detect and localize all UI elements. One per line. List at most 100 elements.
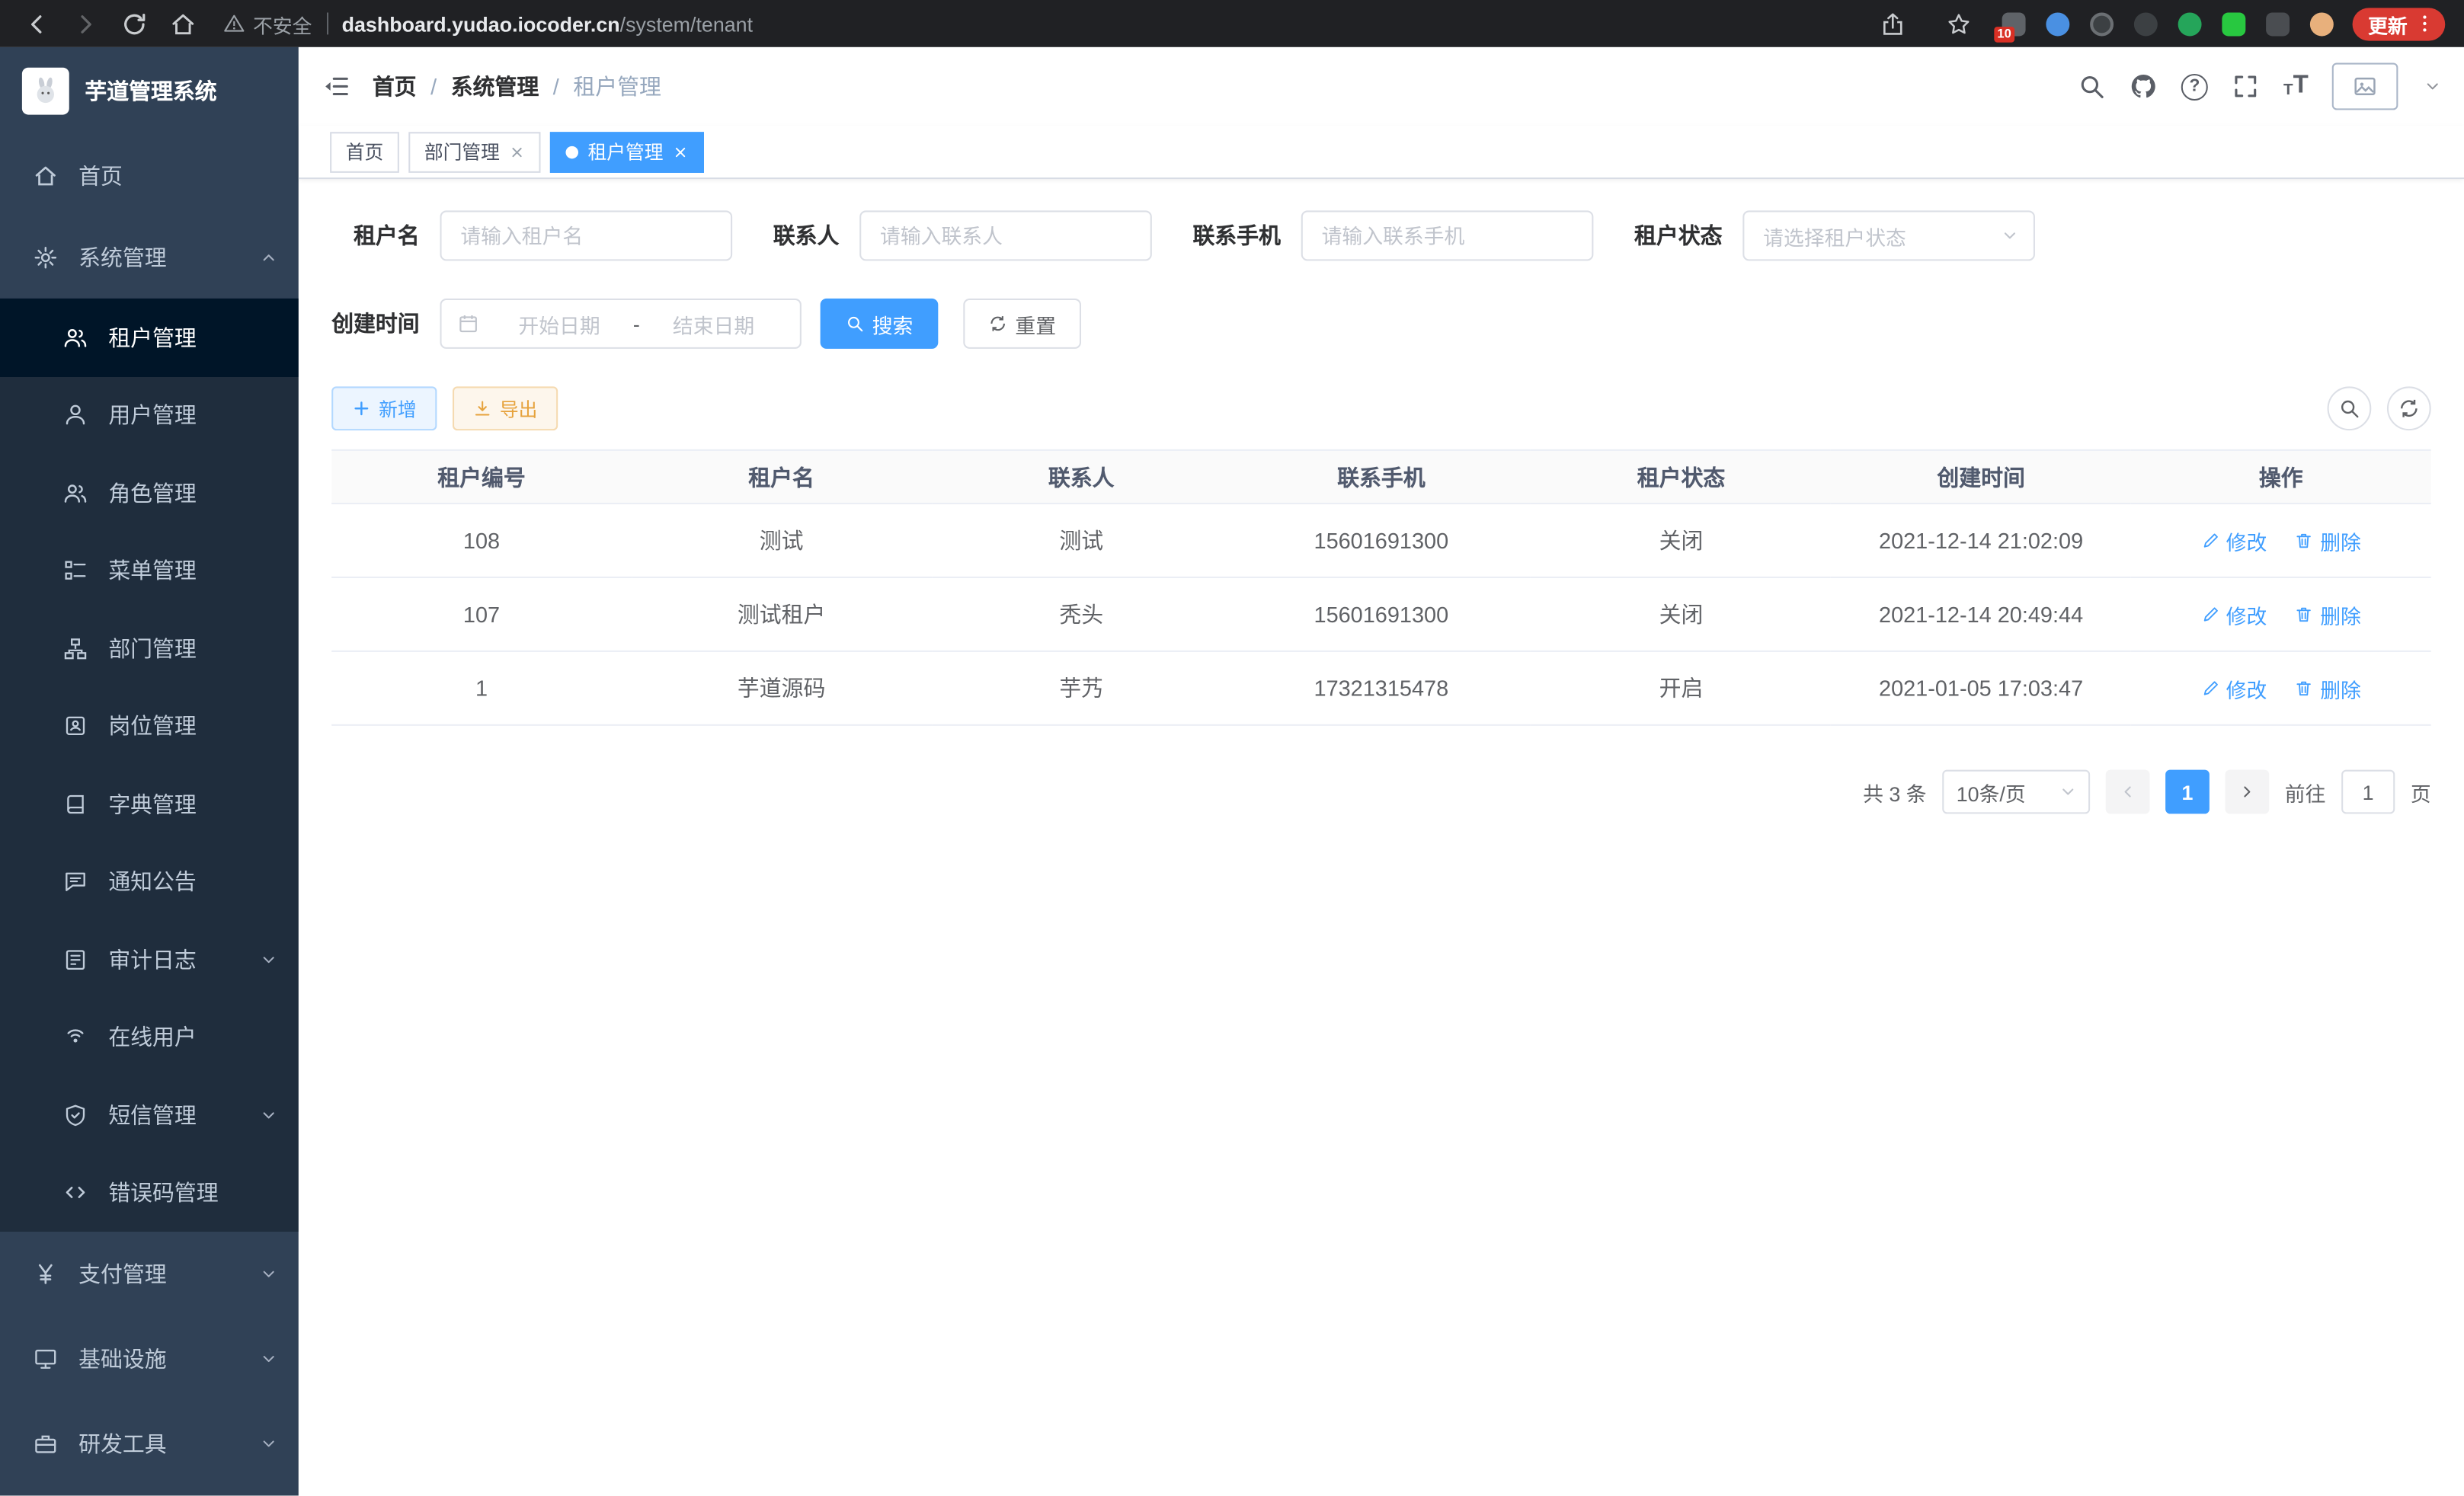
edit-button[interactable]: 修改	[2201, 673, 2267, 703]
home-icon	[33, 164, 58, 189]
goto-page-input[interactable]	[2341, 770, 2395, 814]
extension-icon[interactable]	[2088, 10, 2115, 37]
delete-button[interactable]: 删除	[2295, 599, 2361, 629]
reload-icon[interactable]	[121, 10, 148, 37]
sidebar-item-dept[interactable]: 部门管理	[0, 609, 299, 687]
extension-icon[interactable]	[2264, 10, 2291, 37]
edit-label: 修改	[2226, 673, 2267, 703]
breadcrumb-home[interactable]: 首页	[373, 71, 417, 102]
sidebar-item-label: 首页	[78, 160, 123, 191]
collapse-sidebar-icon[interactable]	[322, 72, 350, 101]
sidebar-logo[interactable]: 芋道管理系统	[0, 47, 299, 136]
cell-status: 关闭	[1531, 503, 1832, 577]
extension-icon[interactable]	[2133, 10, 2159, 37]
sidebar-item-label: 支付管理	[78, 1258, 167, 1290]
signal-icon	[63, 1025, 88, 1050]
page-size-label: 10条/页	[1957, 777, 2026, 807]
tenant-name-input[interactable]	[440, 210, 733, 261]
sidebar-item-online-user[interactable]: 在线用户	[0, 999, 299, 1076]
sidebar-item-notice[interactable]: 通知公告	[0, 843, 299, 921]
page-number-button[interactable]: 1	[2165, 770, 2210, 814]
address-bar[interactable]: 不安全 dashboard.yudao.iocoder.cn/system/te…	[223, 8, 753, 38]
add-button[interactable]: 新增	[331, 386, 437, 430]
profile-avatar[interactable]	[2309, 10, 2335, 37]
sidebar-item-system[interactable]: 系统管理	[0, 217, 299, 299]
extension-icon[interactable]	[2177, 10, 2203, 37]
sidebar-item-pay[interactable]: 支付管理	[0, 1232, 299, 1316]
menu-dots-icon[interactable]	[2414, 13, 2436, 35]
column-header: 租户状态	[1531, 450, 1832, 503]
delete-label: 删除	[2320, 599, 2361, 629]
back-icon[interactable]	[24, 10, 50, 37]
sidebar-item-audit-log[interactable]: 审计日志	[0, 921, 299, 999]
close-icon[interactable]	[673, 144, 689, 160]
contact-input[interactable]	[859, 210, 1152, 261]
tab-home[interactable]: 首页	[330, 131, 399, 172]
goto-label: 前往	[2285, 777, 2326, 807]
bookmark-star-icon[interactable]	[1945, 10, 1972, 37]
sidebar-item-label: 字典管理	[108, 788, 197, 820]
sidebar-item-infra[interactable]: 基础设施	[0, 1316, 299, 1401]
export-button[interactable]: 导出	[453, 386, 558, 430]
delete-button[interactable]: 删除	[2295, 673, 2361, 703]
search-button[interactable]: 搜索	[821, 299, 939, 349]
gear-icon	[33, 245, 58, 270]
extension-icon[interactable]	[2044, 10, 2071, 37]
font-size-icon[interactable]: TT	[2283, 74, 2309, 99]
end-date-placeholder: 结束日期	[643, 308, 784, 338]
update-button[interactable]: 更新	[2353, 7, 2446, 40]
phone-input[interactable]	[1301, 210, 1594, 261]
sidebar-item-role[interactable]: 角色管理	[0, 454, 299, 532]
extension-icon[interactable]: 10	[2001, 10, 2027, 37]
search-button-label: 搜索	[872, 308, 914, 338]
reset-button[interactable]: 重置	[963, 299, 1081, 349]
chevron-down-icon	[261, 1351, 277, 1367]
chevron-down-icon[interactable]	[2424, 78, 2440, 94]
sidebar-item-dict[interactable]: 字典管理	[0, 765, 299, 842]
extension-icon[interactable]	[2220, 10, 2247, 37]
edit-button[interactable]: 修改	[2201, 599, 2267, 629]
toggle-search-button[interactable]	[2328, 386, 2372, 430]
sidebar-item-home[interactable]: 首页	[0, 135, 299, 216]
sidebar-item-tenant[interactable]: 租户管理	[0, 299, 299, 376]
search-icon[interactable]	[2078, 72, 2106, 101]
user-avatar[interactable]	[2332, 63, 2398, 110]
close-icon[interactable]	[509, 144, 525, 160]
prev-page-button[interactable]	[2106, 770, 2150, 814]
edit-button[interactable]: 修改	[2201, 526, 2267, 555]
refresh-table-button[interactable]	[2387, 386, 2431, 430]
cell-status: 关闭	[1531, 577, 1832, 651]
page-size-select[interactable]: 10条/页	[1942, 770, 2090, 814]
breadcrumb-system[interactable]: 系统管理	[451, 71, 539, 102]
sidebar-submenu-system: 租户管理 用户管理 角色管理 菜单管理 部门管理	[0, 299, 299, 1232]
column-header: 联系手机	[1231, 450, 1531, 503]
help-icon[interactable]: ?	[2181, 73, 2208, 100]
delete-button[interactable]: 删除	[2295, 526, 2361, 555]
chevron-down-icon	[2060, 784, 2076, 800]
page-content: 租户名 联系人 联系手机 租户状态 请选择租户状态	[299, 179, 2464, 1495]
sidebar-item-sms[interactable]: 短信管理	[0, 1076, 299, 1154]
delete-label: 删除	[2320, 673, 2361, 703]
create-time-range-picker[interactable]: 开始日期 - 结束日期	[440, 299, 802, 349]
sidebar-item-label: 部门管理	[108, 633, 197, 664]
tenant-name-label: 租户名	[331, 220, 420, 251]
sidebar-item-tools[interactable]: 研发工具	[0, 1402, 299, 1486]
filter-tenant-name: 租户名	[331, 210, 732, 261]
extension-glyph	[2178, 11, 2202, 35]
phone-label: 联系手机	[1192, 220, 1281, 251]
sidebar-item-label: 用户管理	[108, 399, 197, 430]
home-icon[interactable]	[170, 10, 197, 37]
column-header: 联系人	[931, 450, 1231, 503]
next-page-button[interactable]	[2225, 770, 2269, 814]
sidebar-item-user[interactable]: 用户管理	[0, 376, 299, 454]
tab-dept[interactable]: 部门管理	[408, 131, 540, 172]
share-icon[interactable]	[1880, 10, 1906, 37]
sidebar-item-menu[interactable]: 菜单管理	[0, 532, 299, 609]
tenant-status-select[interactable]: 请选择租户状态	[1742, 210, 2035, 261]
forward-icon[interactable]	[72, 10, 99, 37]
sidebar-item-error-code[interactable]: 错误码管理	[0, 1154, 299, 1232]
sidebar-item-post[interactable]: 岗位管理	[0, 687, 299, 765]
tab-tenant[interactable]: 租户管理	[550, 131, 704, 172]
github-icon[interactable]	[2130, 72, 2158, 101]
fullscreen-icon[interactable]	[2232, 72, 2260, 101]
